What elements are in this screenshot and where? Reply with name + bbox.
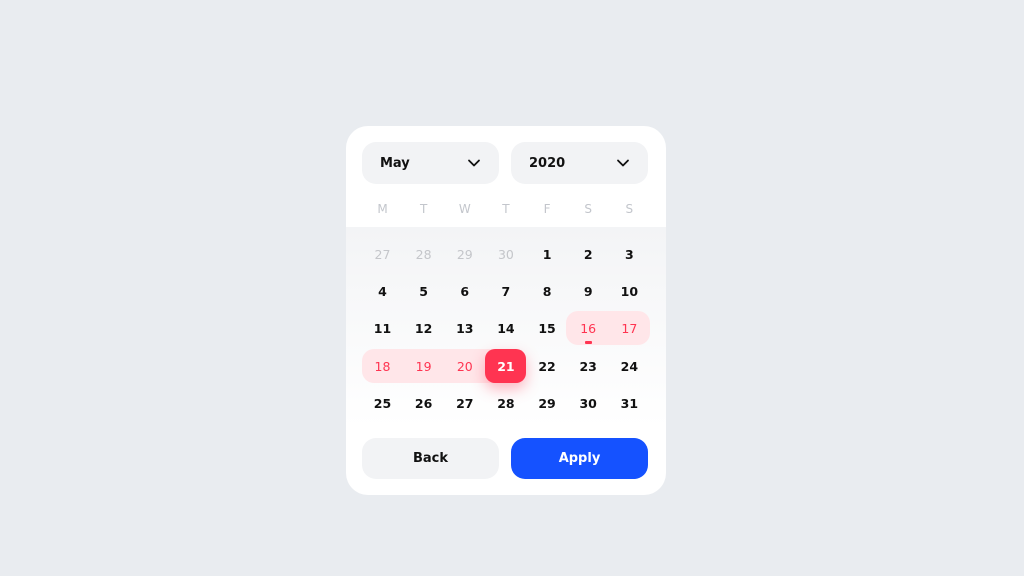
day-cell[interactable]: 1 xyxy=(527,237,568,271)
day-cell[interactable]: 9 xyxy=(568,274,609,308)
day-cell-selected[interactable]: 21 xyxy=(485,349,527,383)
calendar-grid: 27 28 29 30 1 2 3 4 5 6 7 8 9 10 11 12 13 14 15 16 17 18 19 20 2… xyxy=(346,227,666,427)
weekday-label: W xyxy=(458,202,471,216)
day-cell[interactable]: 30 xyxy=(568,386,609,420)
apply-button[interactable]: Apply xyxy=(511,438,648,479)
month-select-value: May xyxy=(380,155,410,171)
day-cell[interactable]: 27 xyxy=(362,237,403,271)
date-picker-card: May 2020 M T W T F S S 27 28 29 30 1 2 3 4 5 6 7 8 9… xyxy=(346,126,666,495)
day-cell[interactable]: 31 xyxy=(609,386,650,420)
day-cell[interactable]: 22 xyxy=(527,349,568,383)
chevron-down-icon xyxy=(468,159,480,167)
day-cell[interactable]: 30 xyxy=(485,237,526,271)
day-cell[interactable]: 15 xyxy=(527,311,568,345)
weekday-label: T xyxy=(502,202,510,216)
weekday-label: S xyxy=(625,202,634,216)
day-cell[interactable]: 5 xyxy=(403,274,444,308)
year-select-value: 2020 xyxy=(529,155,566,171)
month-select[interactable]: May xyxy=(362,142,499,184)
weekday-label: T xyxy=(420,202,428,216)
day-cell[interactable]: 28 xyxy=(403,237,444,271)
day-cell[interactable]: 20 xyxy=(444,349,485,383)
day-cell[interactable]: 12 xyxy=(403,311,444,345)
day-cell[interactable]: 4 xyxy=(362,274,403,308)
weekday-label: F xyxy=(543,202,551,216)
chevron-down-icon xyxy=(617,159,629,167)
day-cell[interactable]: 29 xyxy=(444,237,485,271)
day-cell[interactable]: 29 xyxy=(527,386,568,420)
today-indicator xyxy=(584,341,592,344)
day-cell[interactable]: 16 xyxy=(568,311,609,345)
day-cell[interactable]: 18 xyxy=(362,349,403,383)
day-cell[interactable]: 10 xyxy=(609,274,650,308)
month-year-selectors: May 2020 xyxy=(362,142,650,184)
weekday-label: M xyxy=(377,202,388,216)
day-cell[interactable]: 13 xyxy=(444,311,485,345)
day-cell[interactable]: 27 xyxy=(444,386,485,420)
day-cell[interactable]: 8 xyxy=(527,274,568,308)
day-cell[interactable]: 19 xyxy=(403,349,444,383)
back-button[interactable]: Back xyxy=(362,438,499,479)
day-cell[interactable]: 25 xyxy=(362,386,403,420)
weekday-header: M T W T F S S xyxy=(362,202,650,216)
weekday-label: S xyxy=(584,202,592,216)
day-cell[interactable]: 3 xyxy=(609,237,650,271)
day-cell[interactable]: 6 xyxy=(444,274,485,308)
day-cell[interactable]: 26 xyxy=(403,386,444,420)
day-cell[interactable]: 2 xyxy=(568,237,609,271)
day-cell[interactable]: 14 xyxy=(485,311,526,345)
day-cell[interactable]: 24 xyxy=(609,349,650,383)
year-select[interactable]: 2020 xyxy=(511,142,648,184)
day-cell[interactable]: 11 xyxy=(362,311,403,345)
day-cell[interactable]: 7 xyxy=(485,274,526,308)
day-cell[interactable]: 23 xyxy=(568,349,609,383)
day-cell[interactable]: 28 xyxy=(485,386,526,420)
day-cell[interactable]: 17 xyxy=(609,311,650,345)
